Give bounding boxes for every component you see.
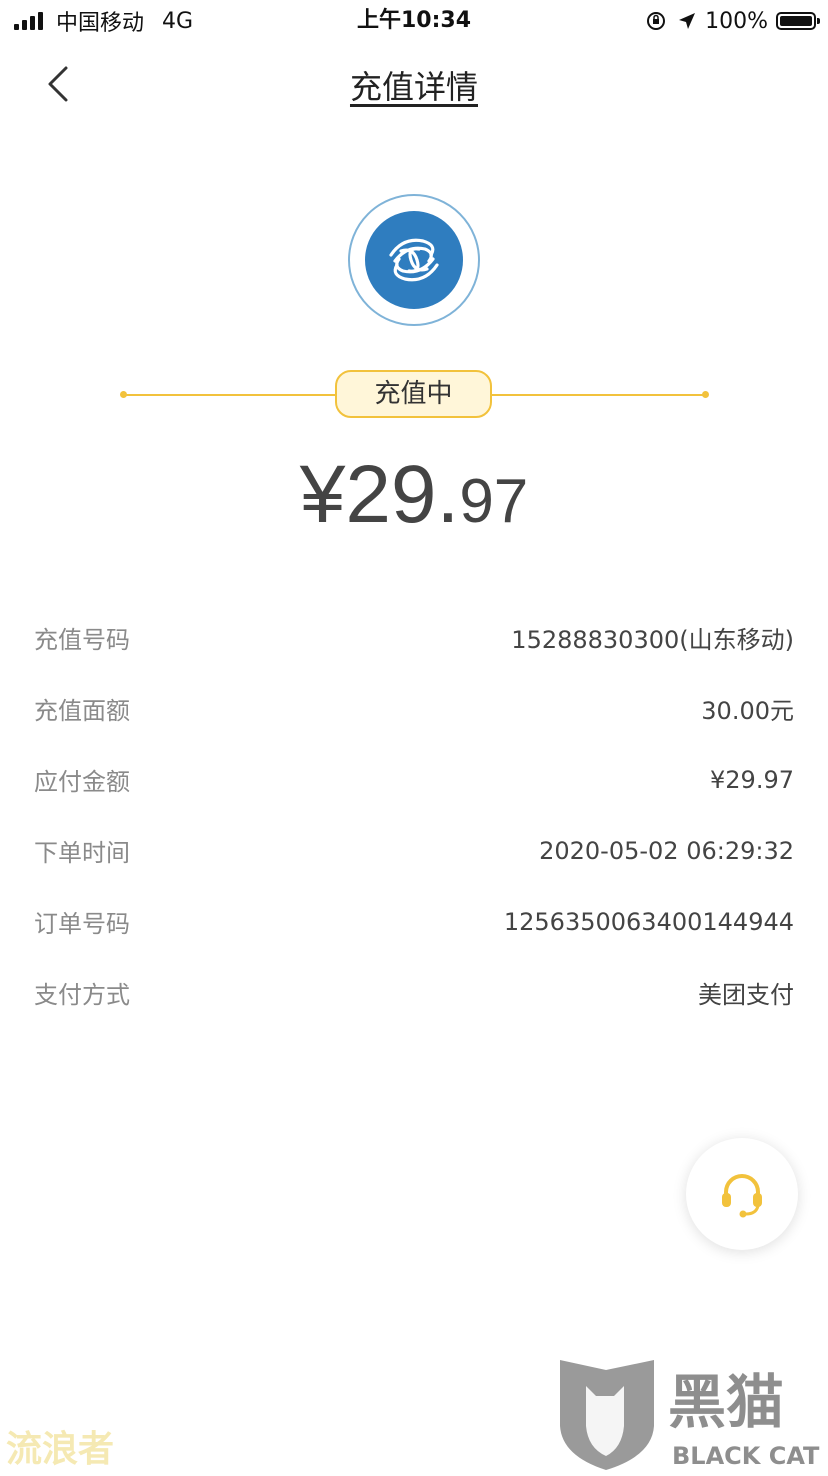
order-details: 充值号码 15288830300(山东移动) 充值面额 30.00元 应付金额 … xyxy=(34,602,794,1028)
detail-row-payable: 应付金额 ¥29.97 xyxy=(34,744,794,815)
amount-decimal: 97 xyxy=(459,467,529,536)
detail-label: 充值号码 xyxy=(34,626,130,654)
status-line-right xyxy=(492,394,706,396)
battery-fill xyxy=(780,16,812,26)
customer-service-button[interactable] xyxy=(686,1138,798,1250)
detail-label: 支付方式 xyxy=(34,981,130,1009)
amount-integer: 29. xyxy=(345,449,460,540)
carrier-logo xyxy=(348,194,480,326)
watermark-left: 流浪者 xyxy=(6,1429,115,1470)
detail-row-order-time: 下单时间 2020-05-02 06:29:32 xyxy=(34,815,794,886)
detail-value: 30.00元 xyxy=(701,697,794,725)
blackcat-logo-icon: 黑猫 BLACK CAT xyxy=(560,1360,820,1470)
china-mobile-logo-icon xyxy=(365,211,463,309)
detail-value: 2020-05-02 06:29:32 xyxy=(539,836,794,865)
detail-value: ¥29.97 xyxy=(710,765,794,794)
status-line-left xyxy=(123,394,335,396)
detail-value: 美团支付 xyxy=(698,981,794,1009)
location-arrow-icon xyxy=(679,13,696,29)
orientation-lock-icon xyxy=(647,12,666,30)
detail-value: 1256350063400144944 xyxy=(503,907,794,936)
battery-percent: 100% xyxy=(705,8,768,34)
amount-display: ¥29.97 xyxy=(0,448,828,542)
detail-row-payment-method: 支付方式 美团支付 xyxy=(34,957,794,1028)
page-title: 充值详情 xyxy=(349,68,478,106)
status-badge: 充值中 xyxy=(335,370,492,418)
headset-icon xyxy=(722,1174,762,1218)
amount-currency: ¥ xyxy=(299,449,346,540)
detail-label: 订单号码 xyxy=(34,910,130,938)
detail-row-face-value: 充值面额 30.00元 xyxy=(34,673,794,744)
blackcat-watermark: 黑猫 BLACK CAT xyxy=(556,1356,828,1472)
detail-label: 下单时间 xyxy=(34,839,130,867)
detail-row-phone: 充值号码 15288830300(山东移动) xyxy=(34,602,794,673)
detail-value: 15288830300(山东移动) xyxy=(511,626,794,654)
battery-icon xyxy=(776,12,820,30)
status-line-dot-right xyxy=(702,391,709,398)
watermark-brand-en: BLACK CAT xyxy=(672,1442,820,1470)
detail-label: 充值面额 xyxy=(34,697,130,725)
status-right: 100% xyxy=(645,6,820,36)
detail-row-order-number: 订单号码 1256350063400144944 xyxy=(34,886,794,957)
status-bar: 中国移动 4G 上午10:34 100% xyxy=(0,0,828,44)
watermark-brand-cn: 黑猫 xyxy=(668,1368,784,1436)
detail-label: 应付金额 xyxy=(34,768,130,796)
nav-bar: 充值详情 xyxy=(0,52,828,116)
